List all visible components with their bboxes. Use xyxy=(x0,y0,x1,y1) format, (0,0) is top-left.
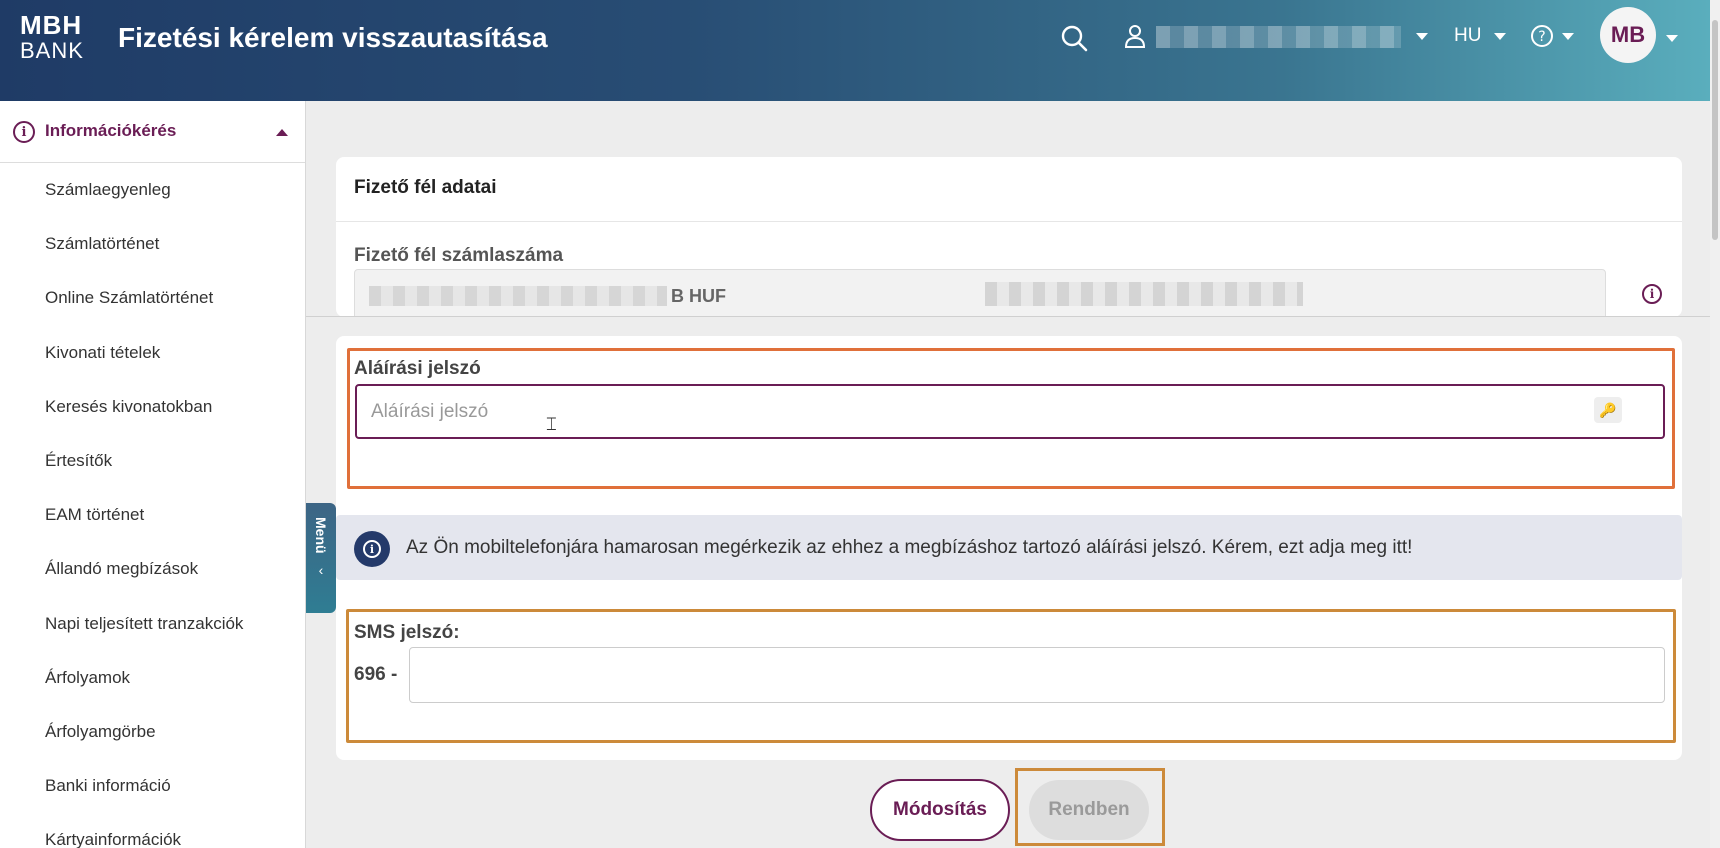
account-name-redacted xyxy=(985,282,1303,306)
logo-top-text: MBH xyxy=(20,10,83,40)
account-number-redacted xyxy=(369,286,667,306)
sidebar-item-eam-tortenet[interactable]: EAM történet xyxy=(0,488,305,542)
sidebar-item-allando-megbizasok[interactable]: Állandó megbízások xyxy=(0,542,305,596)
chevron-left-icon: ‹ xyxy=(318,561,324,578)
user-chevron-down-icon[interactable] xyxy=(1416,33,1428,40)
sidebar-item-szamlatortenet[interactable]: Számlatörténet xyxy=(0,217,305,271)
sidebar-item-arfolyamok[interactable]: Árfolyamok xyxy=(0,651,305,705)
payer-account-label: Fizető fél számlaszáma xyxy=(354,245,564,266)
sidebar-section-informaciokeres[interactable]: i Információkérés xyxy=(0,101,305,163)
sidebar: i Információkérés Számlaegyenleg Számlat… xyxy=(0,101,306,848)
sidebar-item-banki-informacio[interactable]: Banki információ xyxy=(0,759,305,813)
modify-button[interactable]: Módosítás xyxy=(870,779,1010,841)
scrollbar-thumb[interactable] xyxy=(1712,20,1718,240)
sidebar-item-online-szamlatortenet[interactable]: Online Számlatörténet xyxy=(0,271,305,325)
bank-logo[interactable]: MBH BANK xyxy=(20,12,92,64)
user-icon[interactable] xyxy=(1124,24,1146,48)
ok-button[interactable]: Rendben xyxy=(1029,780,1149,840)
chevron-up-icon xyxy=(276,129,288,136)
avatar[interactable]: MB xyxy=(1600,7,1656,63)
info-icon[interactable]: i xyxy=(1642,284,1662,304)
info-notice: i Az Ön mobiltelefonjára hamarosan megér… xyxy=(336,515,1682,580)
help-icon[interactable]: ? xyxy=(1530,24,1554,48)
app-header: MBH BANK Fizetési kérelem visszautasítás… xyxy=(0,0,1710,101)
menu-tab-label: Menü xyxy=(313,517,329,554)
sidebar-item-ertesitok[interactable]: Értesítők xyxy=(0,434,305,488)
language-chevron-down-icon[interactable] xyxy=(1494,33,1506,40)
info-icon: i xyxy=(13,121,35,143)
avatar-chevron-down-icon[interactable] xyxy=(1666,35,1678,42)
sidebar-item-kivonati-tetelek[interactable]: Kivonati tételek xyxy=(0,326,305,380)
search-icon[interactable] xyxy=(1060,24,1088,52)
sms-prefix: 696 - xyxy=(354,664,398,685)
info-circle-icon: i xyxy=(354,531,390,567)
sidebar-item-napi-tranzakciok[interactable]: Napi teljesített tranzakciók xyxy=(0,597,305,651)
notice-text: Az Ön mobiltelefonjára hamarosan megérke… xyxy=(406,537,1413,558)
sms-password-input[interactable] xyxy=(409,647,1665,703)
sidebar-section-label: Információkérés xyxy=(45,121,177,140)
svg-text:?: ? xyxy=(1538,29,1545,45)
signature-password-label: Aláírási jelszó xyxy=(354,358,481,379)
help-chevron-down-icon[interactable] xyxy=(1562,33,1574,40)
menu-toggle-tab[interactable]: Menü ‹ xyxy=(306,503,336,613)
key-icon[interactable]: 🔑 xyxy=(1594,397,1622,423)
logo-bottom-text: BANK xyxy=(20,38,84,63)
sms-password-label: SMS jelszó: xyxy=(354,622,460,643)
language-selector[interactable]: HU xyxy=(1454,22,1481,50)
payer-section-title: Fizető fél adatai xyxy=(354,177,497,198)
divider xyxy=(336,221,1682,222)
sidebar-item-kartyainformaciok[interactable]: Kártyainformációk xyxy=(0,813,305,848)
page-scrollbar[interactable] xyxy=(1710,0,1720,848)
text-cursor-icon: ⌶ xyxy=(546,414,557,434)
sidebar-item-szamlaegyenleg[interactable]: Számlaegyenleg xyxy=(0,163,305,217)
modal-top-edge xyxy=(306,316,1710,317)
page-title: Fizetési kérelem visszautasítása xyxy=(118,22,548,53)
account-currency: B HUF xyxy=(671,286,726,306)
user-name-redacted[interactable] xyxy=(1156,26,1401,48)
sidebar-item-kereses-kivonatokban[interactable]: Keresés kivonatokban xyxy=(0,380,305,434)
sidebar-item-arfolyamgorbe[interactable]: Árfolyamgörbe xyxy=(0,705,305,759)
payer-account-field: B HUF xyxy=(354,269,1606,317)
payer-details-card: Fizető fél adatai Fizető fél számlaszáma… xyxy=(336,157,1682,317)
